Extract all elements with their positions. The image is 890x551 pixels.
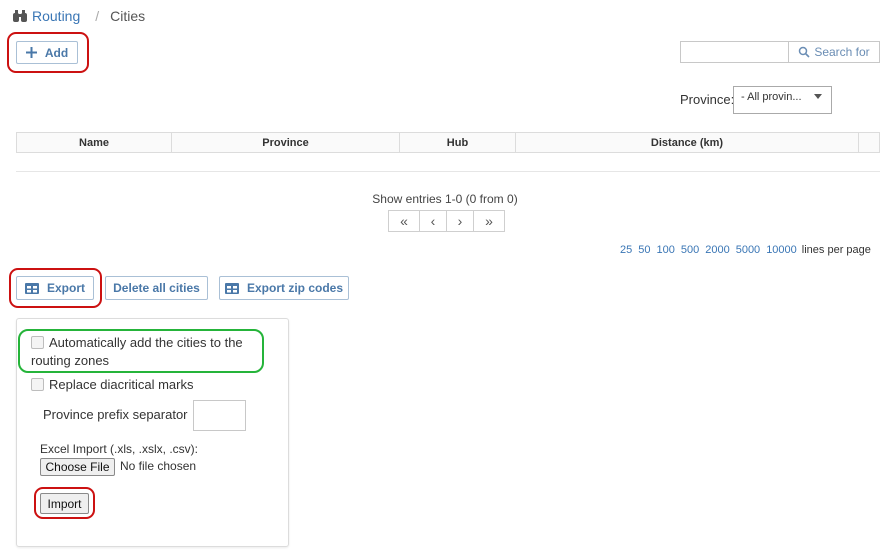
replace-diacritics-checkbox[interactable] (31, 378, 44, 391)
last-page-button[interactable]: » (473, 210, 505, 232)
province-select-value: - All provin... (741, 91, 802, 103)
table-icon (224, 282, 239, 294)
excel-import-label: Excel Import (.xls, .xslx, .csv): (40, 442, 199, 456)
lines-per-page: 25 50 100 500 2000 5000 10000 lines per … (620, 244, 871, 256)
delete-all-cities-label: Delete all cities (113, 281, 200, 295)
pagination: « ‹ › » (388, 210, 505, 234)
prefix-separator-label: Province prefix separator (43, 407, 188, 422)
first-page-button[interactable]: « (388, 210, 420, 232)
page-size-2000[interactable]: 2000 (705, 244, 729, 256)
column-header-province[interactable]: Province (172, 133, 400, 152)
table-divider (16, 171, 880, 172)
no-file-chosen-text: No file chosen (120, 459, 197, 473)
prev-page-button[interactable]: ‹ (419, 210, 447, 232)
breadcrumb-separator: / (95, 8, 100, 24)
auto-add-label-line2: routing zones (31, 353, 110, 368)
search-button-label: Search for (814, 45, 870, 59)
export-zip-codes-button[interactable]: Export zip codes (219, 276, 349, 300)
entries-info: Show entries 1-0 (0 from 0) (372, 192, 518, 206)
auto-add-checkbox[interactable] (31, 336, 44, 349)
add-button[interactable]: Add (16, 41, 78, 64)
lines-per-page-label: lines per page (801, 244, 871, 256)
binoculars-icon (12, 9, 28, 23)
page-size-50[interactable]: 50 (638, 244, 650, 256)
next-page-button[interactable]: › (446, 210, 474, 232)
add-button-label: Add (44, 45, 69, 60)
choose-file-button[interactable]: Choose File (40, 458, 115, 476)
breadcrumb: Routing / Cities (12, 6, 145, 26)
column-header-actions (859, 133, 879, 152)
cities-table-header: Name Province Hub Distance (km) (16, 132, 880, 153)
page-size-100[interactable]: 100 (657, 244, 675, 256)
province-label: Province: (680, 92, 735, 107)
export-zip-codes-label: Export zip codes (246, 281, 344, 295)
search-input[interactable] (680, 41, 788, 63)
export-button[interactable]: Export (16, 276, 94, 300)
column-header-distance[interactable]: Distance (km) (516, 133, 859, 152)
replace-diacritics-label: Replace diacritical marks (49, 377, 194, 392)
delete-all-cities-button[interactable]: Delete all cities (105, 276, 208, 300)
page-size-10000[interactable]: 10000 (766, 244, 797, 256)
auto-add-label-line1: Automatically add the cities to the (49, 335, 243, 350)
page-size-500[interactable]: 500 (681, 244, 699, 256)
chevron-down-icon (814, 94, 822, 99)
breadcrumb-current: Cities (110, 8, 146, 24)
page-size-5000[interactable]: 5000 (736, 244, 760, 256)
table-icon (24, 282, 39, 294)
import-button[interactable]: Import (40, 493, 89, 514)
page-size-25[interactable]: 25 (620, 244, 632, 256)
column-header-name[interactable]: Name (17, 133, 172, 152)
breadcrumb-routing-link[interactable]: Routing (32, 8, 80, 24)
prefix-separator-input[interactable] (193, 400, 246, 431)
search-button[interactable]: Search for (788, 41, 880, 63)
column-header-hub[interactable]: Hub (400, 133, 516, 152)
province-select[interactable]: - All provin... (733, 86, 832, 114)
search-icon (798, 46, 810, 58)
plus-icon (25, 47, 37, 58)
export-button-label: Export (46, 281, 85, 295)
